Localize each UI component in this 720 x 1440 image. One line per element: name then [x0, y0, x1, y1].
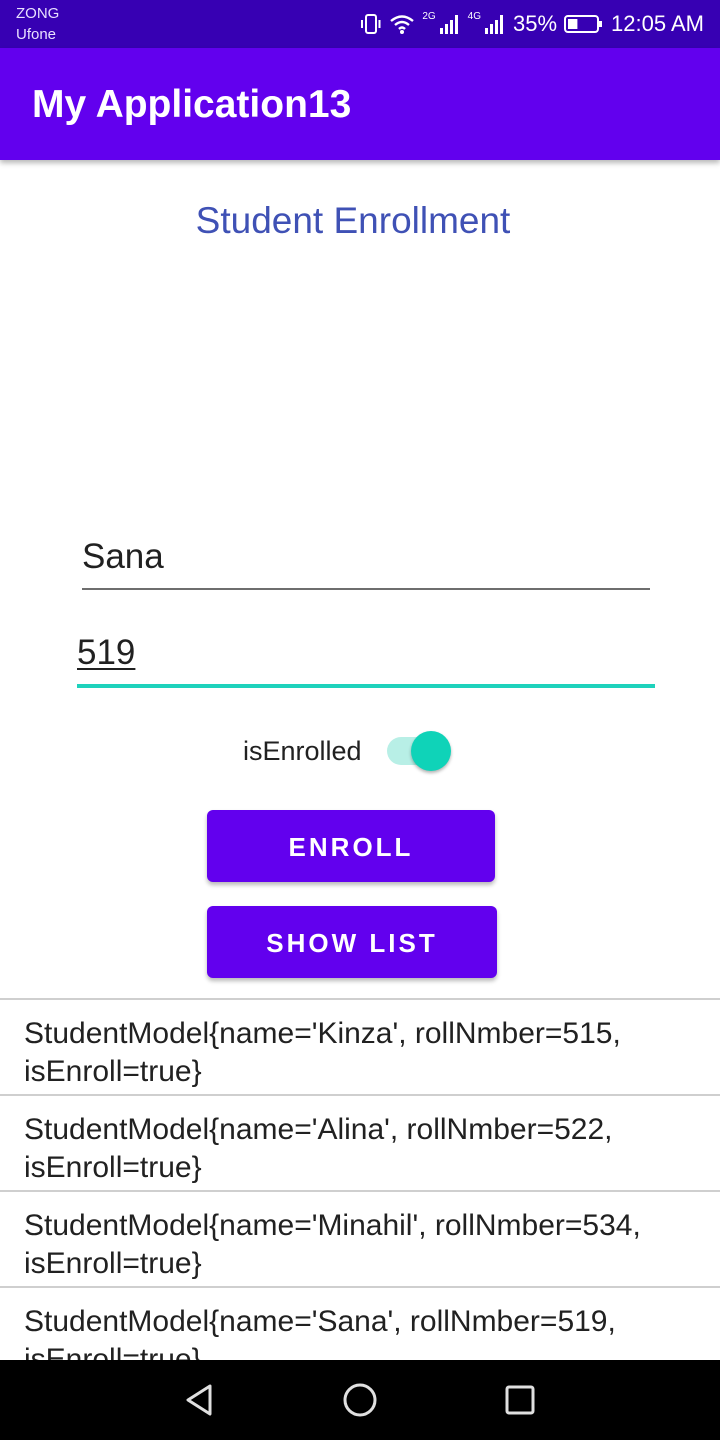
- list-item[interactable]: StudentModel{name='Sana', rollNmber=519,…: [0, 1288, 720, 1362]
- enroll-button[interactable]: ENROLL: [207, 810, 495, 882]
- app-bar: My Application13: [0, 48, 720, 160]
- signal-icon: [439, 13, 461, 35]
- student-list[interactable]: StudentModel{name='Kinza', rollNmber=515…: [0, 998, 720, 1362]
- list-item-line-1: StudentModel{name='Sana', rollNmber=519,: [24, 1305, 616, 1338]
- name-input-value: Sana: [82, 537, 164, 576]
- navigation-bar: [0, 1360, 720, 1440]
- carrier-secondary: Ufone: [16, 26, 57, 43]
- switch-thumb: [410, 731, 451, 771]
- list-item-line-2: isEnroll=true}: [24, 1343, 202, 1362]
- list-item[interactable]: StudentModel{name='Kinza', rollNmber=515…: [0, 1000, 720, 1096]
- show-list-button[interactable]: SHOW LIST: [207, 906, 497, 978]
- enrolled-toggle[interactable]: [384, 728, 454, 774]
- switch-label: isEnrolled: [243, 735, 362, 766]
- network-type-1: 2G: [422, 10, 436, 22]
- home-icon[interactable]: [340, 1380, 380, 1420]
- recent-apps-icon[interactable]: [500, 1380, 540, 1420]
- clock: 12:05 AM: [611, 11, 704, 36]
- wifi-icon: [389, 13, 415, 35]
- back-icon[interactable]: [180, 1380, 220, 1420]
- list-item-line-2: isEnroll=true}: [24, 1247, 202, 1280]
- screen: ZONG Ufone 2G 4G 35% 12:05 AM My Applica…: [0, 0, 720, 1440]
- roll-number-input[interactable]: 519: [77, 632, 655, 688]
- battery-percent: 35%: [513, 11, 558, 36]
- battery-icon: [564, 13, 604, 35]
- page-heading: Student Enrollment: [195, 200, 511, 241]
- status-bar: ZONG Ufone 2G 4G 35% 12:05 AM: [0, 0, 720, 48]
- vibrate-icon: [360, 13, 382, 35]
- name-input[interactable]: Sana: [82, 536, 650, 590]
- list-item-line-2: isEnroll=true}: [24, 1151, 202, 1184]
- enrolled-switch-row: isEnrolled: [243, 728, 454, 774]
- carrier-primary: ZONG: [16, 5, 60, 22]
- list-item[interactable]: StudentModel{name='Alina', rollNmber=522…: [0, 1096, 720, 1192]
- list-item-line-1: StudentModel{name='Kinza', rollNmber=515…: [24, 1017, 621, 1050]
- status-icons: 2G 4G 35% 12:05 AM: [360, 0, 704, 48]
- app-title: My Application13: [32, 83, 352, 126]
- list-item-line-1: StudentModel{name='Minahil', rollNmber=5…: [24, 1209, 641, 1242]
- network-type-2: 4G: [467, 10, 481, 22]
- list-item-line-1: StudentModel{name='Alina', rollNmber=522…: [24, 1113, 613, 1146]
- list-item-line-2: isEnroll=true}: [24, 1055, 202, 1088]
- signal-icon: [484, 13, 506, 35]
- roll-number-value: 519: [77, 633, 136, 672]
- list-item[interactable]: StudentModel{name='Minahil', rollNmber=5…: [0, 1192, 720, 1288]
